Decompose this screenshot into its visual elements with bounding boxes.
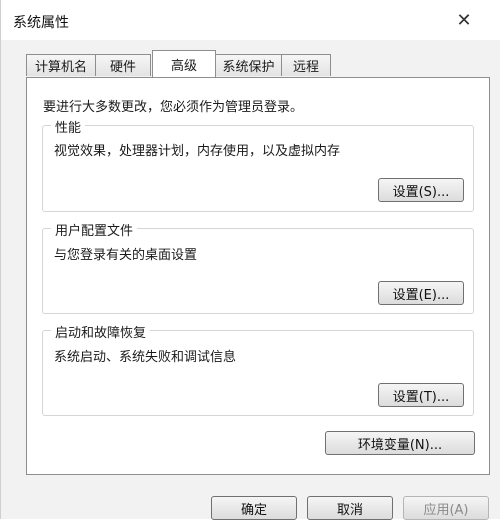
tab-remote[interactable]: 远程 — [281, 54, 331, 76]
tab-computer-name[interactable]: 计算机名 — [26, 54, 96, 76]
startup-recovery-title: 启动和故障恢复 — [51, 322, 151, 341]
startup-recovery-settings-button[interactable]: 设置(T)... — [378, 383, 464, 407]
title-bar[interactable]: 系统属性 ✕ — [1, 0, 500, 40]
tab-system-protection[interactable]: 系统保护 — [215, 54, 282, 76]
advanced-tab-panel: 要进行大多数更改，您必须作为管理员登录。 性能 视觉效果，处理器计划，内存使用，… — [26, 77, 490, 475]
tab-advanced[interactable]: 高级 — [152, 50, 216, 77]
close-icon[interactable]: ✕ — [444, 9, 484, 31]
performance-group: 性能 视觉效果，处理器计划，内存使用，以及虚拟内存 设置(S)... — [42, 117, 474, 212]
user-profiles-group: 用户配置文件 与您登录有关的桌面设置 设置(E)... — [42, 220, 474, 314]
performance-description: 视觉效果，处理器计划，内存使用，以及虚拟内存 — [54, 144, 341, 159]
system-properties-window: 系统属性 ✕ 计算机名 硬件 高级 系统保护 远程 要进行大多数更改，您必须作为… — [0, 0, 500, 520]
startup-recovery-group: 启动和故障恢复 系统启动、系统失败和调试信息 设置(T)... — [42, 322, 474, 416]
startup-recovery-description: 系统启动、系统失败和调试信息 — [54, 350, 237, 365]
performance-settings-button[interactable]: 设置(S)... — [378, 178, 464, 202]
window-title: 系统属性 — [13, 15, 69, 31]
user-profiles-settings-button[interactable]: 设置(E)... — [378, 281, 464, 305]
tab-hardware[interactable]: 硬件 — [95, 54, 151, 76]
cancel-button[interactable]: 取消 — [307, 496, 393, 520]
environment-variables-button[interactable]: 环境变量(N)... — [325, 431, 475, 455]
user-profiles-title: 用户配置文件 — [51, 220, 138, 239]
admin-note: 要进行大多数更改，您必须作为管理员登录。 — [43, 100, 304, 115]
user-profiles-description: 与您登录有关的桌面设置 — [54, 248, 198, 263]
apply-button[interactable]: 应用(A) — [403, 496, 489, 520]
performance-title: 性能 — [51, 117, 86, 136]
ok-button[interactable]: 确定 — [211, 496, 297, 520]
